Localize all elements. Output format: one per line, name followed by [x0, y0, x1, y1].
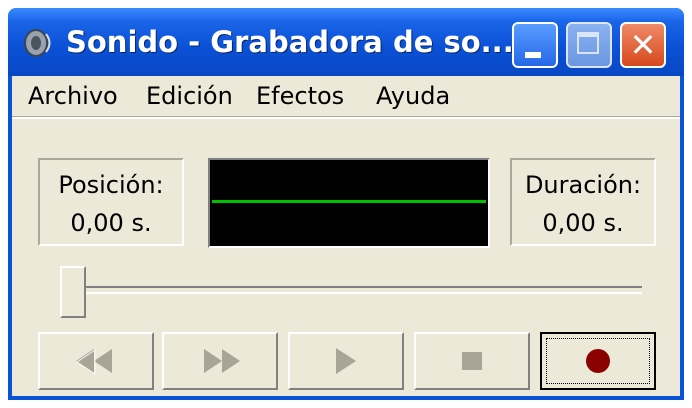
position-label: Posición:: [58, 171, 164, 199]
maximize-icon: [577, 32, 599, 54]
duration-value: 0,00 s.: [542, 209, 624, 237]
client-area: Archivo Edición Efectos Ayuda Posición: …: [12, 76, 680, 396]
duration-label: Duración:: [524, 171, 642, 199]
menu-bar: Archivo Edición Efectos Ayuda: [12, 76, 680, 116]
fast-forward-button[interactable]: [162, 332, 278, 390]
record-button[interactable]: [540, 332, 656, 390]
waveform-line: [212, 200, 486, 203]
close-icon: ✕: [629, 26, 657, 64]
menu-ayuda[interactable]: Ayuda: [376, 80, 450, 112]
position-display: Posición: 0,00 s.: [38, 158, 184, 246]
rewind-button[interactable]: [38, 332, 154, 390]
window-title: Sonido - Grabadora de so...: [66, 25, 514, 59]
window-border-bottom: [8, 396, 684, 400]
sound-recorder-window: Sonido - Grabadora de so... ✕ Archivo Ed…: [8, 8, 684, 400]
menu-efectos[interactable]: Efectos: [256, 80, 344, 112]
minimize-button[interactable]: [512, 22, 558, 68]
title-bar[interactable]: Sonido - Grabadora de so... ✕: [8, 8, 684, 76]
maximize-button: [566, 22, 612, 68]
window-border-left: [8, 76, 12, 400]
close-button[interactable]: ✕: [620, 22, 666, 68]
stop-button[interactable]: [414, 332, 530, 390]
waveform-display: [208, 158, 490, 248]
window-border-right: [680, 76, 684, 400]
position-value: 0,00 s.: [70, 209, 152, 237]
rewind-icon: [76, 349, 112, 375]
menu-edicion[interactable]: Edición: [146, 80, 233, 112]
play-button[interactable]: [288, 332, 404, 390]
stop-icon: [462, 352, 482, 370]
minimize-icon: [525, 52, 541, 58]
menu-archivo[interactable]: Archivo: [28, 80, 118, 112]
speaker-icon: [24, 29, 51, 57]
duration-display: Duración: 0,00 s.: [510, 158, 656, 246]
fast-forward-icon: [204, 349, 240, 373]
play-icon: [336, 348, 356, 374]
record-icon: [586, 349, 610, 373]
seek-slider-thumb[interactable]: [60, 266, 86, 318]
seek-track[interactable]: [62, 286, 642, 294]
menu-separator: [12, 116, 680, 119]
